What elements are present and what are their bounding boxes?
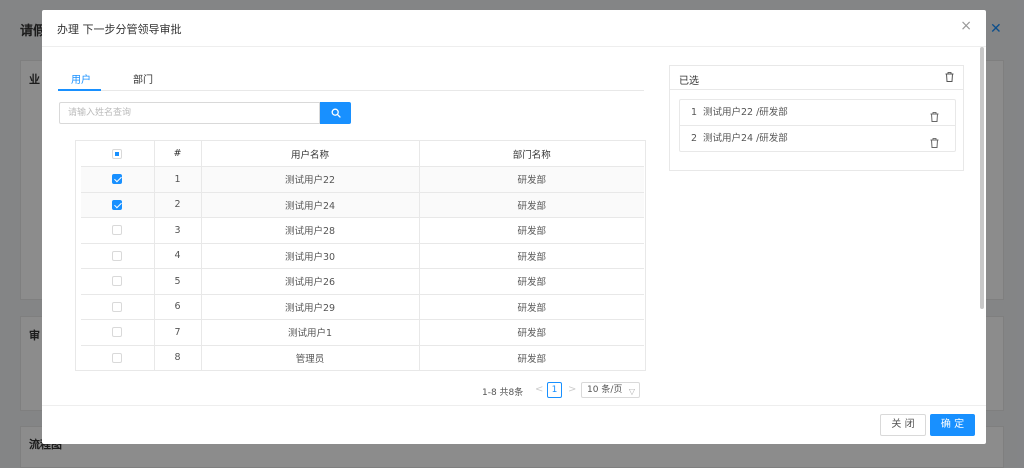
pagination-next-icon[interactable]: > <box>568 384 576 400</box>
dialog-header: 办理 下一步分管领导审批 × <box>42 10 986 47</box>
row-department: 研发部 <box>419 192 644 218</box>
confirm-button[interactable]: 确 定 <box>930 414 975 436</box>
tab-bar: 用户 部门 <box>58 66 644 91</box>
tab-active-indicator <box>58 89 101 91</box>
page-size-select[interactable]: 10 条/页 ▽ <box>581 382 640 398</box>
selected-panel-title: 已选 <box>679 76 699 87</box>
clear-all-button[interactable] <box>945 72 954 85</box>
search-button[interactable] <box>320 102 351 124</box>
row-select-cell <box>81 345 155 371</box>
tab-users[interactable]: 用户 <box>71 71 91 86</box>
row-checkbox[interactable] <box>112 276 123 287</box>
row-username: 测试用户24 <box>201 192 420 218</box>
dialog-footer: 关 闭 确 定 <box>42 405 986 444</box>
row-index: 7 <box>154 319 202 346</box>
trash-icon <box>930 112 939 122</box>
row-select-cell <box>81 268 155 295</box>
selected-item-label: 测试用户24 /研发部 <box>703 133 788 144</box>
selected-item-index: 2 <box>691 133 698 144</box>
table-row[interactable]: 3 测试用户28 研发部 <box>81 217 644 244</box>
dialog-title: 办理 下一步分管领导审批 <box>57 23 182 36</box>
row-department: 研发部 <box>419 268 644 295</box>
remove-item-button[interactable] <box>930 133 939 158</box>
search-bar <box>59 102 351 124</box>
row-select-cell <box>81 294 155 320</box>
row-index: 6 <box>154 294 202 320</box>
table-row[interactable]: 7 测试用户1 研发部 <box>81 319 644 346</box>
table-row[interactable]: 8 管理员 研发部 <box>81 345 644 371</box>
row-checkbox[interactable] <box>112 225 123 236</box>
row-index: 5 <box>154 268 202 295</box>
row-checkbox[interactable] <box>112 174 123 185</box>
column-header-username[interactable]: 用户名称 <box>201 141 420 167</box>
trash-icon <box>930 138 939 148</box>
row-select-cell <box>81 243 155 269</box>
table-header-row: # 用户名称 部门名称 <box>81 141 644 167</box>
selected-list: 1 测试用户22 /研发部 2 测试用户24 /研发部 <box>679 99 956 152</box>
row-username: 测试用户22 <box>201 166 420 193</box>
row-select-cell <box>81 192 155 218</box>
row-department: 研发部 <box>419 243 644 269</box>
search-input[interactable] <box>59 102 320 124</box>
row-department: 研发部 <box>419 166 644 193</box>
table-row[interactable]: 4 测试用户30 研发部 <box>81 243 644 269</box>
row-index: 3 <box>154 217 202 244</box>
row-select-cell <box>81 217 155 244</box>
row-select-cell <box>81 166 155 193</box>
row-department: 研发部 <box>419 345 644 371</box>
selected-item-label: 测试用户22 /研发部 <box>703 107 788 118</box>
dialog-scrollbar[interactable] <box>980 47 984 309</box>
row-username: 测试用户26 <box>201 268 420 295</box>
row-department: 研发部 <box>419 217 644 244</box>
trash-icon <box>945 72 954 82</box>
row-department: 研发部 <box>419 319 644 346</box>
column-header-department[interactable]: 部门名称 <box>419 141 644 167</box>
row-index: 8 <box>154 345 202 371</box>
row-username: 测试用户1 <box>201 319 420 346</box>
chevron-down-icon: ▽ <box>628 387 635 396</box>
row-checkbox[interactable] <box>112 250 123 261</box>
row-username: 测试用户30 <box>201 243 420 269</box>
selected-panel: 已选 1 测试用户22 /研发部 2 测试用户24 /研发部 <box>669 65 964 171</box>
close-icon[interactable]: × <box>960 19 972 33</box>
selected-panel-header: 已选 <box>670 66 963 90</box>
row-checkbox[interactable] <box>112 301 123 312</box>
row-index: 4 <box>154 243 202 269</box>
handle-dialog: 办理 下一步分管领导审批 × 用户 部门 # 用户名称 <box>42 10 986 444</box>
tab-departments[interactable]: 部门 <box>133 71 153 86</box>
select-all-checkbox[interactable] <box>112 148 123 159</box>
close-button[interactable]: 关 闭 <box>880 414 926 436</box>
table-row[interactable]: 1 测试用户22 研发部 <box>81 166 644 193</box>
page-size-value: 10 条/页 <box>587 385 623 395</box>
selected-item-index: 1 <box>691 107 698 118</box>
user-table: # 用户名称 部门名称 1 测试用户22 研发部 2 测试用户24 研发部 3 测试用户28 研… <box>75 140 646 371</box>
selected-item: 1 测试用户22 /研发部 <box>680 100 955 126</box>
table-row[interactable]: 2 测试用户24 研发部 <box>81 192 644 218</box>
table-row[interactable]: 5 测试用户26 研发部 <box>81 268 644 295</box>
row-username: 测试用户29 <box>201 294 420 320</box>
pagination-total: 1-8 共8条 <box>482 388 524 398</box>
row-department: 研发部 <box>419 294 644 320</box>
table-row[interactable]: 6 测试用户29 研发部 <box>81 294 644 320</box>
row-select-cell <box>81 319 155 346</box>
row-index: 2 <box>154 192 202 218</box>
select-all-cell <box>81 141 155 167</box>
pagination-prev-icon[interactable]: < <box>535 384 543 400</box>
row-checkbox[interactable] <box>112 199 123 210</box>
selected-item: 2 测试用户24 /研发部 <box>680 126 955 152</box>
column-header-index: # <box>154 141 202 167</box>
pagination-page-1[interactable]: 1 <box>547 382 562 398</box>
search-icon <box>331 108 341 118</box>
row-checkbox[interactable] <box>112 352 123 363</box>
row-index: 1 <box>154 166 202 193</box>
row-checkbox[interactable] <box>112 327 123 338</box>
row-username: 管理员 <box>201 345 420 371</box>
row-username: 测试用户28 <box>201 217 420 244</box>
